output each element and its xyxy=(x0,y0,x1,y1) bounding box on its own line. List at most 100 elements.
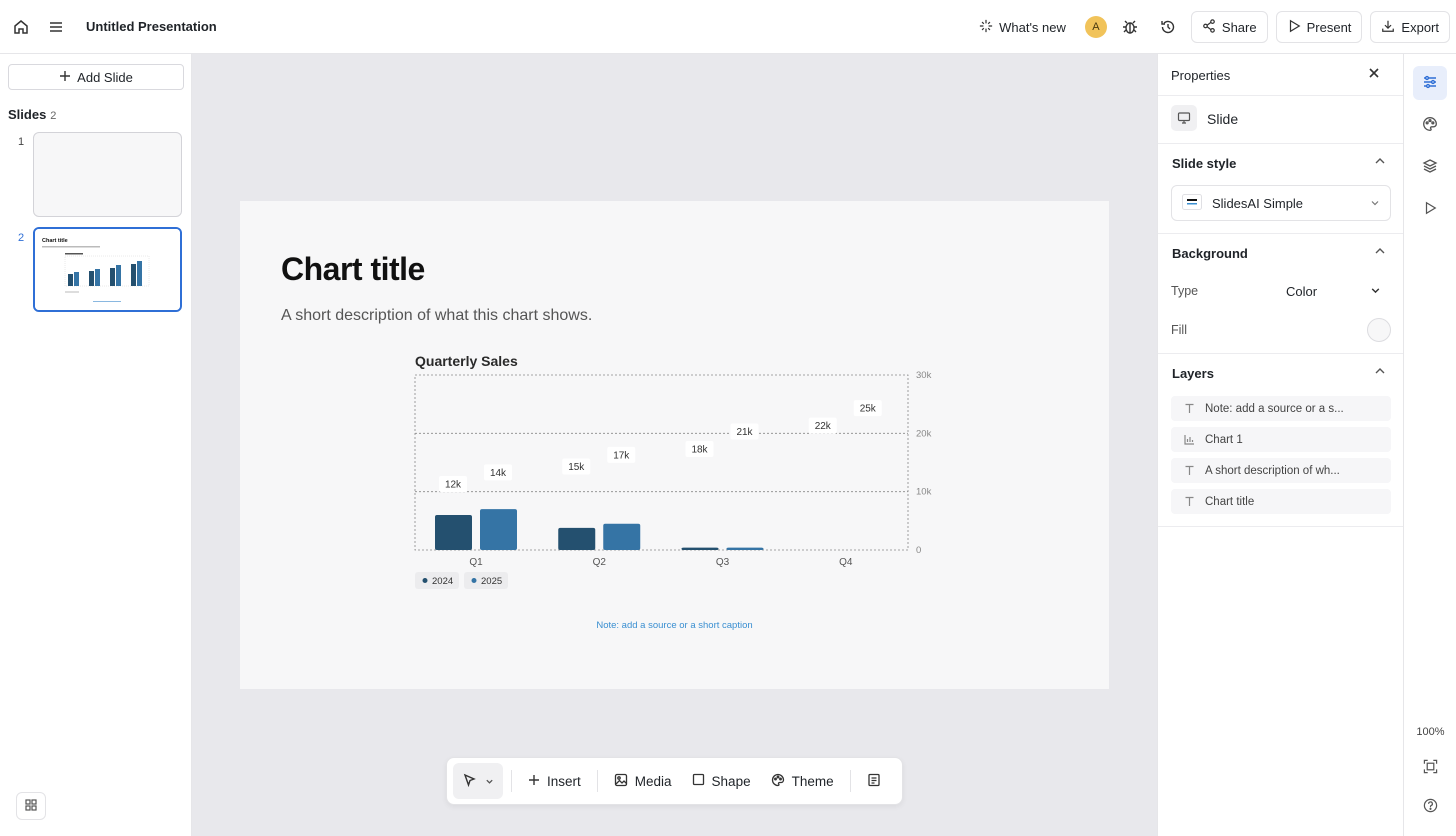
data-label: 22k xyxy=(815,421,832,432)
editor-canvas: Chart title A short description of what … xyxy=(192,54,1157,836)
media-button[interactable]: Media xyxy=(606,763,680,799)
bar-chart[interactable]: Quarterly Sales 0 10k 20k 30k Q1 12k 14k Q2 15k 17… xyxy=(410,346,950,596)
layer-item[interactable]: Chart title xyxy=(1171,489,1391,514)
top-bar: Untitled Presentation What's new A Share… xyxy=(0,0,1456,54)
theme-button[interactable]: Theme xyxy=(763,763,842,799)
play-icon xyxy=(1287,19,1301,36)
square-icon xyxy=(692,773,705,789)
text-icon xyxy=(1183,496,1195,507)
toolbar-divider xyxy=(596,770,598,792)
notes-button[interactable] xyxy=(859,763,889,799)
close-icon[interactable] xyxy=(1367,66,1381,83)
cursor-icon xyxy=(463,773,477,790)
properties-header: Properties xyxy=(1171,68,1231,83)
slides-header: Slides 2 xyxy=(8,107,56,122)
layer-item[interactable]: A short description of wh... xyxy=(1171,458,1391,483)
toolbar-divider xyxy=(849,770,851,792)
bar xyxy=(603,523,641,550)
layers-header[interactable]: Layers xyxy=(1172,366,1214,381)
slide-number: 1 xyxy=(18,136,25,148)
divider xyxy=(1158,95,1404,96)
shape-label: Shape xyxy=(711,773,751,789)
slide-description[interactable]: A short description of what this chart s… xyxy=(281,307,592,325)
palette-icon xyxy=(1422,116,1438,135)
bar xyxy=(681,547,719,550)
slide-canvas[interactable]: Chart title A short description of what … xyxy=(240,201,1109,689)
chevron-up-icon[interactable] xyxy=(1374,365,1386,380)
slide-thumbnail-1[interactable] xyxy=(33,132,182,217)
y-tick-label: 0 xyxy=(916,545,921,556)
data-label: 12k xyxy=(445,480,462,491)
toolbar-divider xyxy=(511,770,512,792)
layer-item[interactable]: Note: add a source or a s... xyxy=(1171,396,1391,421)
background-type-select[interactable]: Color xyxy=(1276,276,1391,306)
slide-style-header[interactable]: Slide style xyxy=(1172,156,1236,171)
data-label: 17k xyxy=(613,450,630,461)
chevron-up-icon[interactable] xyxy=(1374,245,1386,260)
select-tool[interactable] xyxy=(453,763,503,799)
home-icon[interactable] xyxy=(10,16,32,38)
legend-swatch xyxy=(422,578,428,583)
legend-label: 2025 xyxy=(481,576,502,587)
bug-icon[interactable] xyxy=(1115,12,1145,42)
share-button[interactable]: Share xyxy=(1190,11,1268,43)
data-label: 15k xyxy=(568,462,585,473)
slide-number: 2 xyxy=(18,232,25,244)
type-label: Type xyxy=(1171,284,1199,298)
add-slide-button[interactable]: Add Slide xyxy=(8,64,184,90)
divider xyxy=(1158,233,1404,234)
divider xyxy=(1158,143,1404,144)
sliders-icon xyxy=(1422,74,1438,93)
data-label: 21k xyxy=(736,427,753,438)
chart-icon xyxy=(1183,434,1195,445)
history-icon[interactable] xyxy=(1153,12,1183,42)
divider xyxy=(1158,353,1404,354)
text-icon xyxy=(1183,403,1195,414)
layer-name: A short description of wh... xyxy=(1205,464,1340,477)
bar xyxy=(435,515,472,550)
right-rail: 100% xyxy=(1403,54,1456,836)
document-title[interactable]: Untitled Presentation xyxy=(86,19,217,34)
layer-name: Note: add a source or a s... xyxy=(1205,402,1344,415)
slide-note[interactable]: Note: add a source or a short caption xyxy=(240,620,1109,631)
zoom-level[interactable]: 100% xyxy=(1404,726,1456,738)
animation-tab[interactable] xyxy=(1413,192,1447,226)
slide-style-value: SlidesAI Simple xyxy=(1212,195,1304,211)
bottom-toolbar: Insert Media Shape Theme xyxy=(446,757,903,805)
theme-tab[interactable] xyxy=(1413,108,1447,142)
bar xyxy=(726,547,764,550)
whats-new-label: What's new xyxy=(999,19,1066,35)
whats-new-button[interactable]: What's new xyxy=(968,11,1077,43)
help-button[interactable] xyxy=(1413,790,1447,824)
x-tick-label: Q2 xyxy=(593,557,607,568)
chevron-down-icon xyxy=(485,774,494,789)
palette-icon xyxy=(771,773,785,790)
data-label: 14k xyxy=(490,468,507,479)
shape-button[interactable]: Shape xyxy=(684,763,759,799)
avatar[interactable]: A xyxy=(1084,16,1107,38)
properties-tab[interactable] xyxy=(1413,66,1447,100)
x-tick-label: Q4 xyxy=(839,557,853,568)
export-button[interactable]: Export xyxy=(1370,11,1450,43)
layer-item[interactable]: Chart 1 xyxy=(1171,427,1391,452)
grid-view-button[interactable] xyxy=(16,792,46,820)
fit-screen-icon xyxy=(1423,759,1438,777)
fill-color-swatch[interactable] xyxy=(1367,318,1391,342)
slide-title[interactable]: Chart title xyxy=(281,251,425,288)
layer-name: Chart title xyxy=(1205,495,1255,508)
monitor-icon xyxy=(1171,105,1197,131)
chevron-down-icon xyxy=(1370,196,1380,211)
fit-screen-button[interactable] xyxy=(1413,751,1447,785)
add-slide-label: Add Slide xyxy=(77,69,133,85)
insert-button[interactable]: Insert xyxy=(520,763,589,799)
layers-tab[interactable] xyxy=(1413,150,1447,184)
slide-style-select[interactable]: SlidesAI Simple xyxy=(1171,185,1391,221)
x-tick-label: Q3 xyxy=(716,557,730,568)
present-button[interactable]: Present xyxy=(1275,11,1363,43)
menu-icon[interactable] xyxy=(45,16,67,38)
divider xyxy=(1158,526,1404,527)
chevron-up-icon[interactable] xyxy=(1374,155,1386,170)
chevron-down-icon xyxy=(1370,284,1381,299)
background-header[interactable]: Background xyxy=(1172,246,1248,261)
slide-thumbnail-2[interactable]: Chart title xyxy=(33,227,182,312)
